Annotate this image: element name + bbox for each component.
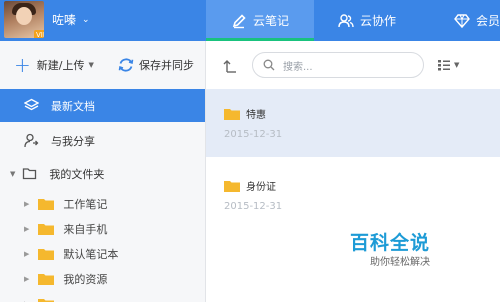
folder-label: 工作笔记 xyxy=(63,197,108,211)
expand-arrow-icon[interactable]: ▶ xyxy=(24,275,29,283)
note-title-text: 特惠 xyxy=(246,110,266,121)
note-list-item[interactable]: 身份证 2015-12-31 xyxy=(206,161,500,229)
folder-icon xyxy=(38,223,55,235)
sidebar-item-shared[interactable]: 与我分享 xyxy=(0,124,205,157)
view-mode-toggle[interactable]: ▼ xyxy=(438,58,462,72)
search-input[interactable]: 搜索... xyxy=(252,52,424,78)
note-list-item[interactable]: 特惠 2015-12-31 xyxy=(206,89,500,157)
sync-icon xyxy=(118,58,134,72)
save-sync-label: 保存并同步 xyxy=(139,59,194,72)
tab-label: 云协作 xyxy=(359,14,396,28)
chevron-down-icon[interactable]: ⌄ xyxy=(82,14,90,26)
note-title-text: 身份证 xyxy=(246,182,276,193)
note-title: 特惠 xyxy=(224,106,266,121)
search-placeholder: 搜索... xyxy=(283,61,313,73)
sidebar: + 新建/上传 ▼ 保存并同步 最新文档 与我分享 ▼ 我的文件夹 ▶ 工作笔记… xyxy=(0,41,206,302)
people-icon xyxy=(338,13,354,27)
sidebar-toolbar: + 新建/上传 ▼ 保存并同步 xyxy=(0,41,206,89)
sidebar-item-my-folder[interactable]: ▼ 我的文件夹 xyxy=(0,157,205,190)
new-upload-label: 新建/上传 xyxy=(36,59,85,72)
sidebar-item-label: 与我分享 xyxy=(51,134,95,148)
expand-arrow-icon[interactable]: ▼ xyxy=(10,170,15,178)
sidebar-item-label: 我的文件夹 xyxy=(49,167,105,181)
caret-down-icon: ▼ xyxy=(88,61,94,69)
up-level-icon[interactable] xyxy=(222,58,238,74)
vip-badge: VIP xyxy=(34,30,44,38)
save-sync-button[interactable]: 保存并同步 xyxy=(117,55,194,75)
note-date: 2015-12-31 xyxy=(224,201,283,212)
new-upload-button[interactable]: + 新建/上传 ▼ xyxy=(14,55,94,75)
tab-cloud-collab[interactable]: 云协作 xyxy=(322,0,412,41)
note-title: 身份证 xyxy=(224,178,276,193)
folder-icon xyxy=(38,248,55,260)
folder-icon xyxy=(224,180,240,192)
username[interactable]: 咗嗪 xyxy=(52,13,76,27)
caret-down-icon: ▼ xyxy=(454,61,460,69)
tab-cloud-note[interactable]: 云笔记 xyxy=(206,0,314,41)
tab-label: 会员 xyxy=(476,14,500,28)
sidebar-item-folder-partial[interactable]: ▶ xyxy=(0,291,205,302)
expand-arrow-icon[interactable]: ▶ xyxy=(24,200,29,208)
sidebar-item-folder[interactable]: ▶ 我的资源 xyxy=(0,266,205,291)
sidebar-item-label: 最新文档 xyxy=(51,99,95,113)
sidebar-item-folder[interactable]: ▶ 来自手机 xyxy=(0,216,205,241)
avatar[interactable]: VIP xyxy=(4,1,44,38)
sidebar-item-folder[interactable]: ▶ 工作笔记 xyxy=(0,191,205,216)
search-icon xyxy=(263,59,275,71)
watermark-title: 百科全说 xyxy=(350,232,431,254)
shared-user-icon xyxy=(24,133,39,148)
sidebar-item-folder[interactable]: ▶ 默认笔记本 xyxy=(0,241,205,266)
sidebar-item-recent[interactable]: 最新文档 xyxy=(0,89,205,122)
top-bar: VIP 咗嗪 ⌄ 云笔记 云协作 会员 xyxy=(0,0,500,41)
tab-member[interactable]: 会员 xyxy=(448,0,500,41)
expand-arrow-icon[interactable]: ▶ xyxy=(24,225,29,233)
watermark-subtitle: 助你轻松解决 xyxy=(370,257,430,268)
note-date: 2015-12-31 xyxy=(224,129,283,140)
folder-label: 默认笔记本 xyxy=(63,247,119,261)
folder-icon xyxy=(224,108,240,120)
folder-icon xyxy=(38,273,55,285)
folder-label: 来自手机 xyxy=(63,222,108,236)
layers-icon xyxy=(24,98,39,111)
folder-outline-icon xyxy=(23,168,37,180)
plus-icon: + xyxy=(14,53,31,77)
list-view-icon xyxy=(438,60,450,71)
watermark: 百科全说 助你轻松解决 xyxy=(350,232,470,269)
folder-icon xyxy=(38,298,55,302)
expand-arrow-icon[interactable]: ▶ xyxy=(24,250,29,258)
folder-label: 我的资源 xyxy=(63,272,108,286)
folder-icon xyxy=(38,198,55,210)
tab-label: 云笔记 xyxy=(252,14,289,28)
pen-icon xyxy=(232,13,246,28)
diamond-icon xyxy=(454,13,470,28)
